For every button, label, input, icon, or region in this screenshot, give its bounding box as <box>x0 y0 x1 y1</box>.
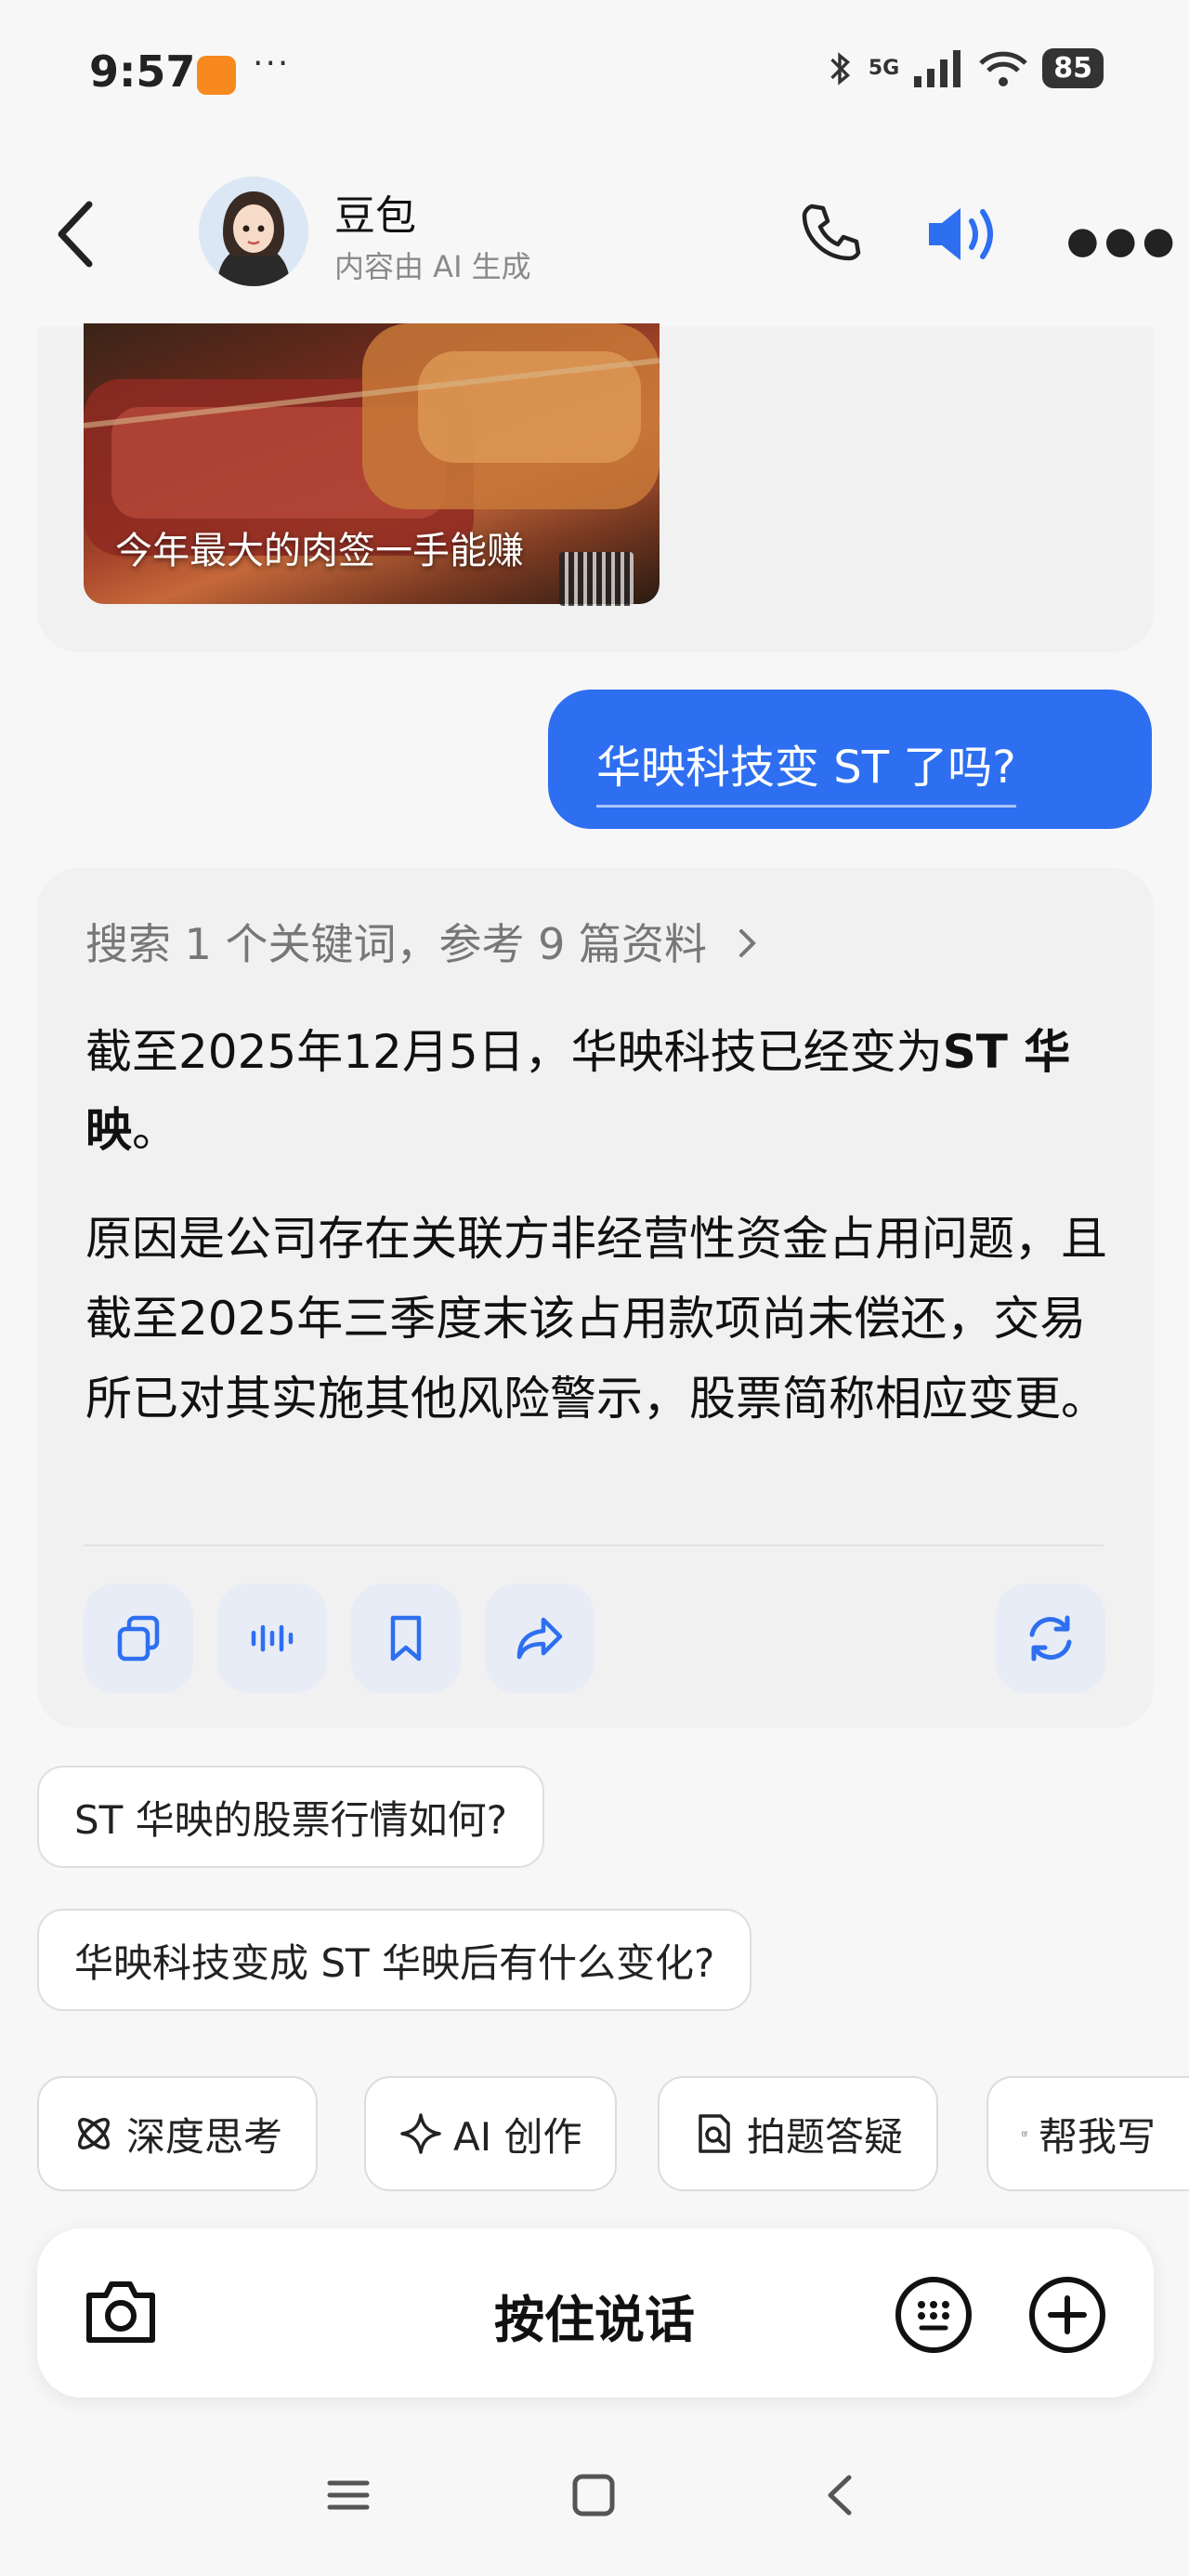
tool-ai-create[interactable]: AI 创作 <box>364 2076 618 2191</box>
tool-photo-question[interactable]: 拍题答疑 <box>658 2076 939 2191</box>
share-arrow-icon <box>516 1617 563 1660</box>
sparkle-icon <box>400 2113 441 2154</box>
tool-label: 拍题答疑 <box>747 2113 904 2160</box>
phone-icon[interactable] <box>797 201 862 266</box>
search-summary-text: 搜索 1 个关键词，参考 9 篇资料 <box>85 919 708 969</box>
tool-label: 深度思考 <box>126 2113 283 2160</box>
refresh-icon <box>1029 1615 1072 1662</box>
nav-back-icon[interactable] <box>821 2472 858 2518</box>
share-button[interactable] <box>485 1584 594 1693</box>
answer-paragraph-2: 原因是公司存在关联方非经营性资金占用问题，且截至2025年三季度末该占用款项尚未… <box>85 1212 1107 1426</box>
more-options-icon[interactable]: ●●● <box>1066 219 1181 262</box>
network-label: 5G <box>868 57 900 80</box>
plus-icon[interactable] <box>1027 2275 1107 2355</box>
regenerate-button[interactable] <box>996 1584 1105 1693</box>
search-summary-link[interactable]: 搜索 1 个关键词，参考 9 篇资料 <box>85 911 758 972</box>
hold-to-talk-button[interactable]: 按住说话 <box>0 2279 1189 2352</box>
tool-help-write[interactable]: 帮我写 <box>986 2076 1189 2191</box>
suggestion-chip[interactable]: ST 华映的股票行情如何? <box>37 1766 544 1868</box>
user-message-text: 华映科技变 ST 了吗? <box>596 730 1016 808</box>
chat-header <box>0 158 1189 325</box>
bluetooth-icon <box>830 51 850 85</box>
atom-icon <box>78 2118 110 2149</box>
edit-icon <box>1022 2131 1027 2136</box>
image-caption: 今年最大的肉签一手能赚 <box>115 530 524 572</box>
soundwave-icon <box>251 1624 294 1652</box>
answer-paragraph-1: 截至2025年12月5日，华映科技已经变为ST 华映。 <box>85 1013 1107 1169</box>
answer-p1-end: 。 <box>132 1103 178 1157</box>
ai-disclaimer: 内容由 AI 生成 <box>334 249 531 284</box>
status-right: 5G 85 <box>824 48 1104 88</box>
home-icon[interactable] <box>570 2472 617 2518</box>
keyboard-icon[interactable] <box>894 2275 973 2355</box>
bookmark-icon <box>390 1615 422 1662</box>
qr-code-icon <box>559 552 634 606</box>
avatar[interactable] <box>199 177 308 286</box>
bookmark-button[interactable] <box>351 1584 461 1693</box>
avatar-portrait-icon <box>199 177 308 286</box>
copy-button[interactable] <box>84 1584 193 1693</box>
battery-indicator: 85 <box>1042 48 1104 88</box>
copy-icon <box>117 1615 160 1662</box>
status-time: 9:57 <box>89 46 196 97</box>
document-search-icon <box>699 2114 730 2153</box>
chevron-right-icon <box>738 919 758 969</box>
app-notification-icon <box>197 56 236 95</box>
speaker-icon[interactable] <box>925 199 1003 269</box>
answer-divider <box>84 1544 1104 1546</box>
back-arrow-icon[interactable] <box>50 197 106 271</box>
signal-icon <box>914 49 961 87</box>
suggestion-chip[interactable]: 华映科技变成 ST 华映后有什么变化? <box>37 1909 752 2011</box>
answer-p1-text: 截至2025年12月5日，华映科技已经变为 <box>85 1025 943 1079</box>
menu-icon[interactable] <box>325 2472 372 2518</box>
tool-deep-think[interactable]: 深度思考 <box>37 2076 319 2191</box>
tool-label: 帮我写 <box>1038 2113 1156 2160</box>
tool-label: AI 创作 <box>453 2113 582 2160</box>
wifi-icon <box>979 51 1028 86</box>
status-more-icon: ··· <box>253 45 291 83</box>
bot-name: 豆包 <box>334 192 416 240</box>
read-aloud-button[interactable] <box>217 1584 327 1693</box>
